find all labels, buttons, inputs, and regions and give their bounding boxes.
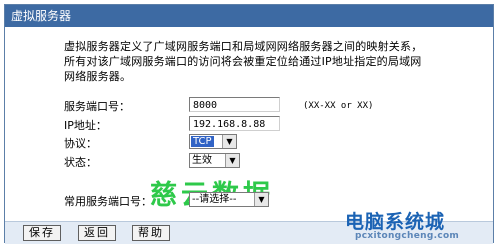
service-port-label: 服务端口号： (64, 100, 130, 113)
ip-address-label: IP地址： (64, 119, 107, 132)
common-port-select[interactable]: --请选择-- ▼ (189, 192, 269, 207)
back-button[interactable]: 返回 (78, 225, 116, 241)
description-line-2: 所有对该广域网服务端口的访问将会被重定位给通过IP地址指定的局域网 (64, 55, 422, 68)
chevron-down-icon[interactable]: ▼ (225, 154, 239, 167)
protocol-select[interactable]: TCP ▼ (189, 134, 237, 149)
description-line-1: 虚拟服务器定义了广域网服务端口和局域网网络服务器之间的映射关系， (64, 40, 423, 53)
site-logo-url: pcxitongcheng.com (355, 231, 460, 241)
save-button[interactable]: 保存 (23, 225, 61, 241)
chevron-down-icon[interactable]: ▼ (254, 193, 268, 206)
ip-address-input[interactable]: 192.168.8.88 (189, 116, 280, 131)
common-port-selected-value: --请选择-- (192, 194, 237, 205)
site-logo-name: 电脑系统城 (345, 211, 446, 233)
status-select[interactable]: 生效 ▼ (189, 153, 240, 168)
service-port-hint: (XX-XX or XX) (303, 101, 374, 111)
description-text: 虚拟服务器定义了广域网服务端口和局域网网络服务器之间的映射关系， 所有对该广域网… (64, 39, 464, 84)
description-line-3: 网络服务器。 (64, 70, 132, 83)
panel-title: 虚拟服务器 (5, 5, 493, 27)
protocol-label: 协议： (64, 137, 97, 150)
status-label: 状态： (64, 156, 97, 169)
protocol-selected-value: TCP (191, 136, 214, 147)
service-port-input[interactable]: 8000 (189, 97, 280, 112)
status-selected-value: 生效 (192, 155, 212, 166)
help-button[interactable]: 帮助 (132, 225, 170, 241)
common-port-label: 常用服务端口号： (64, 195, 152, 208)
chevron-down-icon[interactable]: ▼ (222, 135, 236, 148)
